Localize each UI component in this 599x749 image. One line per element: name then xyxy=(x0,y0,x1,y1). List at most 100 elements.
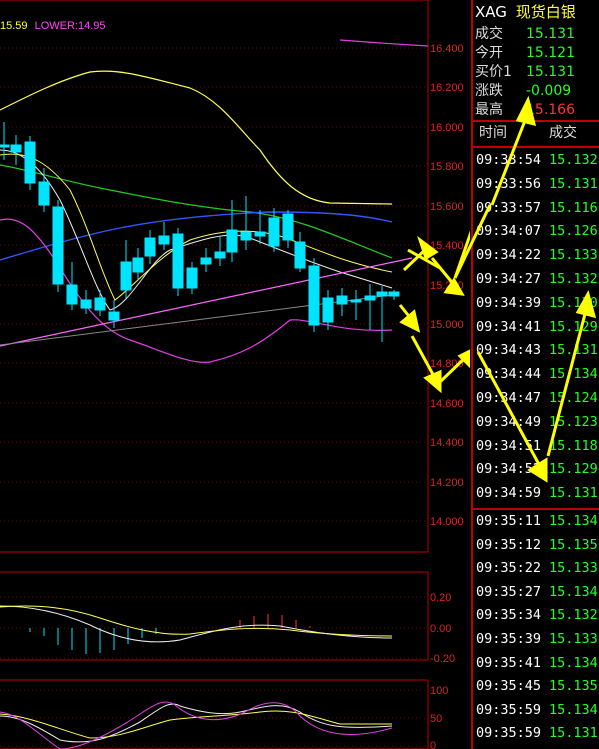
tick-price: 15.132 xyxy=(549,152,598,168)
axis-label-15600: 15.600 xyxy=(430,201,464,213)
candle-body xyxy=(214,251,226,259)
tick-time: 09:35:45 xyxy=(476,678,542,695)
tick-row: 09:33:57 15.116 xyxy=(476,197,599,220)
axis-label-14000: 14.000 xyxy=(430,516,464,528)
separator xyxy=(473,146,599,148)
tick-price: 15.126 xyxy=(549,223,598,240)
candle-body xyxy=(10,144,22,153)
tick-price: 15.135 xyxy=(549,536,598,553)
tick-row: 09:34:47 15.124 xyxy=(476,387,599,410)
symbol-title: XAG 现货白银 xyxy=(475,2,576,22)
quote-row-last: 成交 15.131 xyxy=(475,25,599,44)
quote-row-change: 涨跌 -0.009 xyxy=(475,82,599,101)
axis-label-16000: 16.000 xyxy=(430,122,464,134)
candle-body xyxy=(254,231,266,237)
macd-axis-label-neg020: -0.20 xyxy=(430,653,455,665)
macd-dif-line xyxy=(0,605,393,643)
axis-label-15800: 15.800 xyxy=(430,161,464,173)
tick-time: 09:35:22 xyxy=(476,560,542,577)
indicator-prefix: 15.59 xyxy=(0,20,28,32)
tick-time: 09:35:34 xyxy=(476,607,542,624)
tick-time: 09:34:22 xyxy=(476,247,542,264)
tick-price: 15.135 xyxy=(549,678,598,695)
candle-body xyxy=(240,231,252,241)
tick-row: 09:34:07 15.126 xyxy=(476,220,599,243)
tick-price: 15.129 xyxy=(549,461,598,478)
tick-row: 09:35:11 15.134 xyxy=(476,510,599,533)
tick-price: 15.133 xyxy=(549,631,598,647)
tick-row: 09:34:59 15.131 xyxy=(476,482,599,505)
axis-label-16400: 16.400 xyxy=(430,43,464,55)
tick-time: 09:35:59 xyxy=(476,725,542,742)
candle-body xyxy=(0,144,10,148)
macd-axis-label-000: 0.00 xyxy=(430,623,451,635)
quote-label: 涨跌 xyxy=(475,83,503,99)
kline-chart[interactable]: 16.400 16.200 16.000 15.800 15.600 15.40… xyxy=(0,0,470,749)
tick-price: 15.133 xyxy=(549,247,598,264)
quote-row-bid: 买价1 15.131 xyxy=(475,63,599,82)
axis-label-15000: 15.000 xyxy=(430,319,464,331)
symbol-name: 现货白银 xyxy=(515,3,576,21)
axis-label-14400: 14.400 xyxy=(430,437,464,449)
tick-time: 09:34:47 xyxy=(476,390,542,406)
tick-row: 09:33:56 15.131 xyxy=(476,173,599,196)
tick-price: 15.134 xyxy=(549,701,598,718)
candle-body xyxy=(388,291,400,297)
tick-time: 09:34:59 xyxy=(476,485,542,502)
tick-row: 09:34:51 15.118 xyxy=(476,435,599,458)
tick-price: 15.131 xyxy=(549,485,598,502)
tick-price: 15.118 xyxy=(549,437,598,454)
candle-body xyxy=(80,299,92,309)
tick-time: 09:34:49 xyxy=(476,413,542,430)
quote-value: 15.166 xyxy=(526,102,575,118)
candle-body xyxy=(322,297,334,323)
quote-panel: XAG 现货白银 成交 15.131 今开 15.121 买价1 15.131 … xyxy=(471,0,599,749)
tick-time: 09:34:44 xyxy=(476,366,542,383)
tick-row: 09:34:43 15.131 xyxy=(476,339,599,362)
candlesticks xyxy=(0,122,400,342)
tick-row: 09:34:22 15.133 xyxy=(476,244,599,267)
candle-body xyxy=(108,311,120,321)
kdj-k-line xyxy=(0,703,393,743)
tick-price: 15.134 xyxy=(549,513,598,529)
tick-price: 15.133 xyxy=(549,560,598,577)
tick-row: 09:35:34 15.132 xyxy=(476,604,599,627)
price-panel-frame xyxy=(0,0,429,553)
candle-body xyxy=(66,284,78,305)
tick-row: 09:35:41 15.134 xyxy=(476,652,599,675)
candle-body xyxy=(226,229,238,253)
candle-body xyxy=(282,213,294,241)
axis-label-16200: 16.200 xyxy=(430,82,464,94)
symbol-code: XAG xyxy=(475,3,507,21)
candle-body xyxy=(268,217,280,247)
tick-row: 09:35:39 15.133 xyxy=(476,628,599,651)
tick-row: 09:35:22 15.133 xyxy=(476,557,599,580)
tick-row: 09:34:52 15.129 xyxy=(476,458,599,481)
tick-price: 15.132 xyxy=(549,271,598,287)
tick-time: 09:35:27 xyxy=(476,583,542,600)
tick-row: 09:35:59 15.134 xyxy=(476,699,599,722)
kdj-axis-label-100: 100 xyxy=(430,685,448,697)
candle-body xyxy=(158,235,170,245)
kdj-axis-label-0: 0 xyxy=(430,740,436,749)
separator xyxy=(473,508,599,510)
tick-price: 15.132 xyxy=(549,607,598,624)
quote-label: 最高 xyxy=(475,102,503,118)
boll-upper-line xyxy=(339,39,429,47)
quote-value: 15.121 xyxy=(526,45,575,61)
price-axis: 16.400 16.200 16.000 15.800 15.600 15.40… xyxy=(430,43,464,749)
ticks-header-price: 成交 xyxy=(549,125,577,141)
tick-price: 15.116 xyxy=(549,199,598,216)
candle-body xyxy=(172,233,184,289)
tick-time: 09:35:41 xyxy=(476,654,542,671)
candle-body xyxy=(144,237,156,257)
candle-body xyxy=(294,241,306,269)
tick-time: 09:35:39 xyxy=(476,631,542,647)
tick-price: 15.130 xyxy=(549,294,598,311)
kdj-axis-label-50: 50 xyxy=(430,713,442,725)
tick-time: 09:34:07 xyxy=(476,223,542,240)
candle-body xyxy=(186,267,198,289)
tick-row: 09:34:44 15.134 xyxy=(476,363,599,386)
candle-body xyxy=(336,295,348,305)
tick-time: 09:33:56 xyxy=(476,175,542,192)
